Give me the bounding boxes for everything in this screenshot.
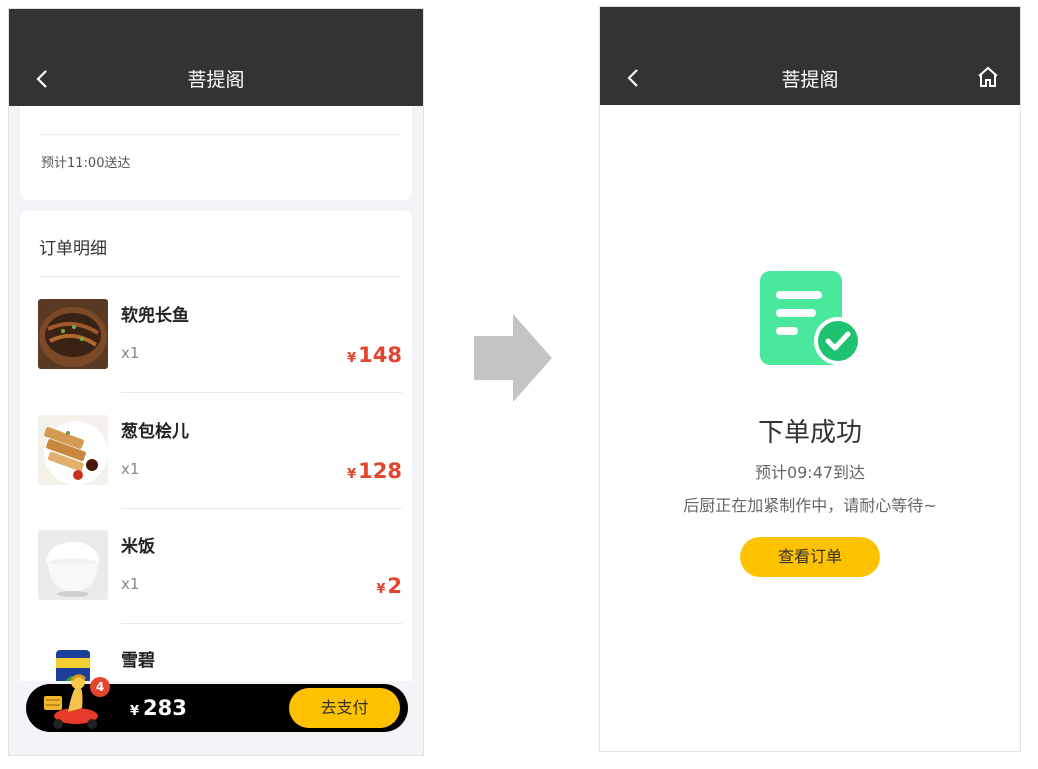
item-name: 米饭 xyxy=(121,537,155,557)
item-price: ¥148 xyxy=(347,343,402,367)
delivery-card: 预计11:00送达 xyxy=(20,106,412,200)
order-confirm-screen: 菩提阁 预计11:00送达 订单明细 软兜长鱼 x1 ¥148 葱包桧儿 x1 … xyxy=(8,8,424,756)
order-details-card: 订单明细 软兜长鱼 x1 ¥148 葱包桧儿 x1 ¥128 米饭 x1 ¥2 … xyxy=(20,211,412,681)
arrival-eta: 预计09:47到达 xyxy=(754,463,866,482)
cart-total: ¥283 xyxy=(130,696,187,720)
item-quantity: x1 xyxy=(121,460,140,478)
order-success-icon xyxy=(760,271,862,365)
item-quantity: x1 xyxy=(121,575,140,593)
divider xyxy=(39,276,401,277)
dish-thumbnail xyxy=(38,415,108,485)
item-name: 葱包桧儿 xyxy=(121,422,189,442)
item-price: ¥2 xyxy=(376,574,402,598)
list-item[interactable]: 米饭 x1 ¥2 xyxy=(38,530,402,644)
cart-bar: 4 ¥283 去支付 xyxy=(26,674,408,732)
delivery-eta: 预计11:00送达 xyxy=(41,156,131,171)
dish-thumbnail xyxy=(38,299,108,369)
list-item[interactable]: 软兜长鱼 x1 ¥148 xyxy=(38,299,402,413)
divider xyxy=(121,392,402,393)
pay-button[interactable]: 去支付 xyxy=(289,688,400,728)
divider xyxy=(39,134,401,135)
order-details-title: 订单明细 xyxy=(39,239,107,259)
item-name: 软兜长鱼 xyxy=(121,306,189,326)
list-item[interactable]: 葱包桧儿 x1 ¥128 xyxy=(38,415,402,529)
view-order-button[interactable]: 查看订单 xyxy=(740,537,880,577)
dish-thumbnail xyxy=(38,530,108,600)
order-success-screen: 菩提阁 下单成功 预计09:47到达 后厨正在加紧制作中，请耐心等待~ 查看订单 xyxy=(599,6,1021,752)
item-price: ¥128 xyxy=(347,459,402,483)
cart-count-badge: 4 xyxy=(90,677,110,697)
transition-arrow-icon xyxy=(474,314,552,402)
divider xyxy=(121,508,402,509)
item-quantity: x1 xyxy=(121,344,140,362)
page-title: 菩提阁 xyxy=(187,69,245,91)
divider xyxy=(121,623,402,624)
page-title: 菩提阁 xyxy=(781,69,839,91)
nav-bar: 菩提阁 xyxy=(600,7,1020,105)
kitchen-message: 后厨正在加紧制作中，请耐心等待~ xyxy=(683,496,937,515)
nav-bar: 菩提阁 xyxy=(9,9,423,106)
home-icon[interactable] xyxy=(976,65,1000,89)
success-title: 下单成功 xyxy=(757,418,862,448)
item-name: 雪碧 xyxy=(121,651,155,671)
